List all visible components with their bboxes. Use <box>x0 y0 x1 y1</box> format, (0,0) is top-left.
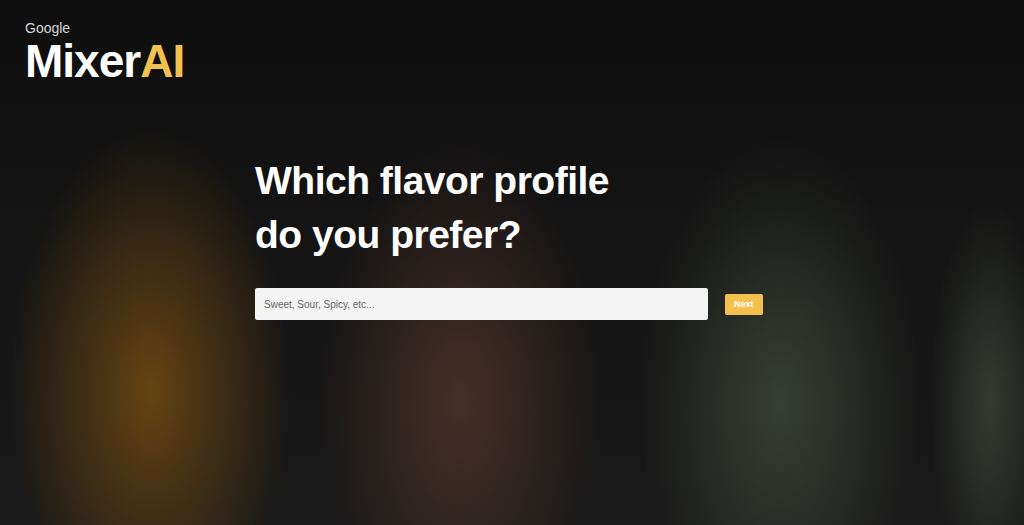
page: GoogleMixerAIWhich flavor profiledo you … <box>0 0 1024 525</box>
product-accent: AI <box>140 35 184 87</box>
question-heading: Which flavor profiledo you prefer? <box>255 154 1024 262</box>
logo: GoogleMixerAI <box>0 0 1024 86</box>
answer-row: Next <box>255 288 1024 320</box>
heading-line: do you prefer? <box>255 208 1024 262</box>
question-panel: Which flavor profiledo you prefer? Next <box>0 86 1024 320</box>
product-name: MixerAI <box>25 36 1024 86</box>
flavor-input[interactable] <box>255 288 708 320</box>
heading-line: Which flavor profile <box>255 154 1024 208</box>
next-button[interactable]: Next <box>725 294 763 315</box>
brand-label: Google <box>25 20 1024 36</box>
